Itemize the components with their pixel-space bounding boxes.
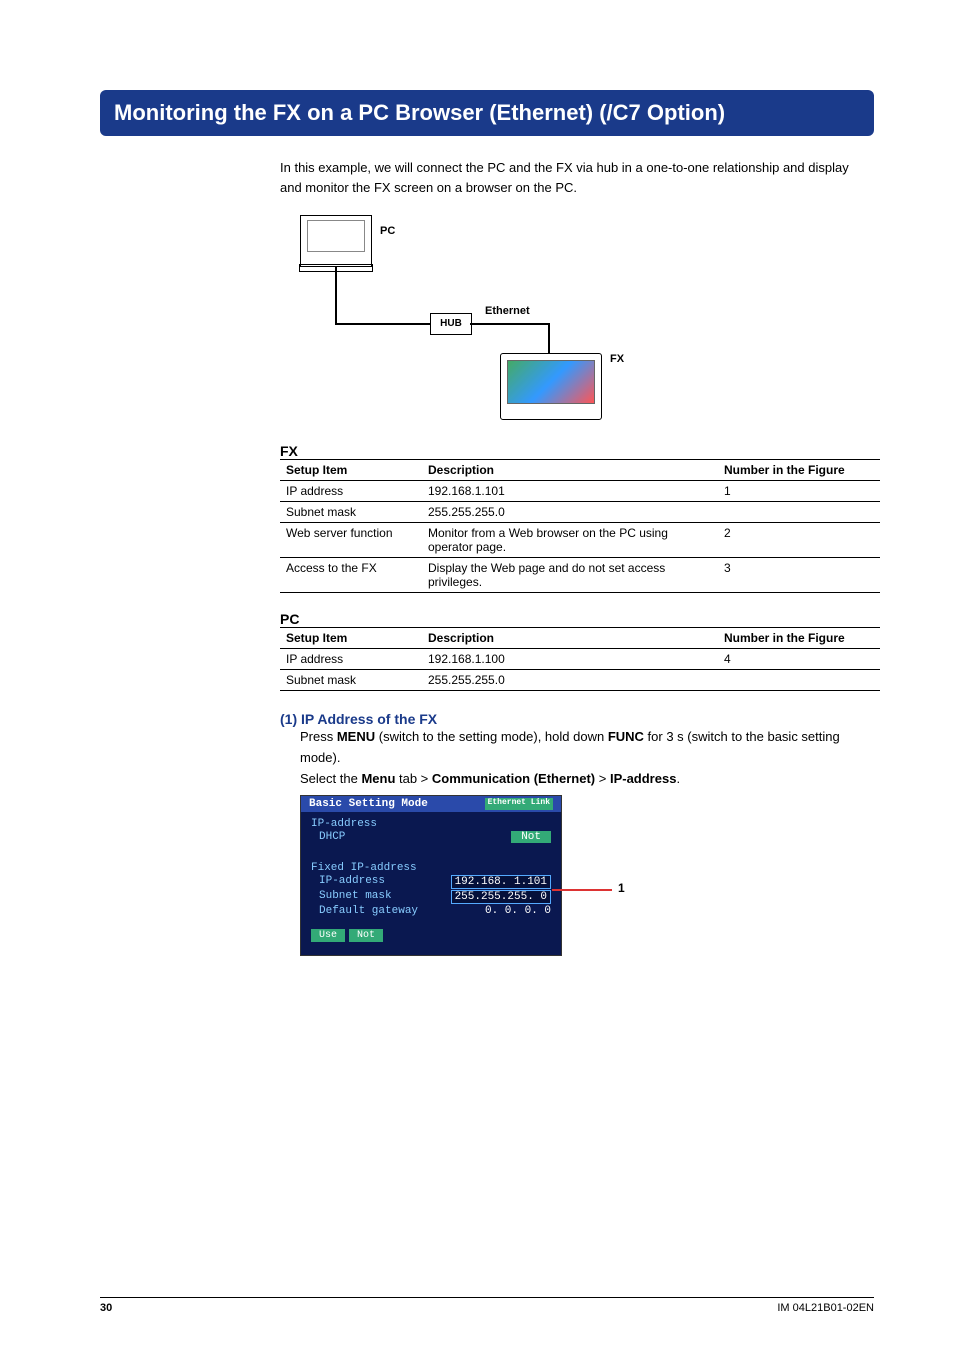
table-row: Web server function Monitor from a Web b…	[280, 523, 880, 558]
page-title: Monitoring the FX on a PC Browser (Ether…	[100, 90, 874, 136]
cell: IP address	[280, 649, 422, 670]
cell: 192.168.1.100	[422, 649, 718, 670]
table-row: IP address 192.168.1.100 4	[280, 649, 880, 670]
table-row: Subnet mask 255.255.255.0	[280, 502, 880, 523]
use-button: Use	[311, 929, 345, 942]
ip-row-value: 192.168. 1.101	[451, 875, 551, 889]
cell: 255.255.255.0	[422, 502, 718, 523]
text: >	[595, 771, 610, 786]
ethernet-label: Ethernet	[485, 305, 530, 317]
cell	[718, 502, 880, 523]
table-row: Access to the FX Display the Web page an…	[280, 558, 880, 593]
pc-label: PC	[380, 225, 395, 237]
gw-row-label: Default gateway	[311, 905, 418, 917]
cell: 3	[718, 558, 880, 593]
intro-text: In this example, we will connect the PC …	[280, 158, 874, 197]
cell: Subnet mask	[280, 502, 422, 523]
fx-col-desc: Description	[422, 460, 718, 481]
text: .	[676, 771, 680, 786]
text: (switch to the setting mode), hold down	[375, 729, 608, 744]
page-number: 30	[100, 1302, 112, 1314]
settings-title: Basic Setting Mode	[309, 798, 428, 810]
text: Press	[300, 729, 337, 744]
pc-heading: PC	[280, 611, 874, 627]
fx-icon	[500, 353, 602, 420]
hub-box: HUB	[430, 313, 472, 335]
cell: Display the Web page and do not set acce…	[422, 558, 718, 593]
dhcp-label: DHCP	[311, 831, 345, 843]
cell: IP address	[280, 481, 422, 502]
callout-1: 1	[618, 881, 625, 895]
fx-col-item: Setup Item	[280, 460, 422, 481]
cell: 192.168.1.101	[422, 481, 718, 502]
fixed-ip-label: Fixed IP-address	[311, 862, 551, 874]
pc-col-num: Number in the Figure	[718, 628, 880, 649]
func-key: FUNC	[608, 729, 644, 744]
step1-heading: (1) IP Address of the FX	[280, 711, 874, 727]
cell: Access to the FX	[280, 558, 422, 593]
not-button: Not	[349, 929, 383, 942]
ip-item: IP-address	[610, 771, 676, 786]
cell	[718, 670, 880, 691]
comm-item: Communication (Ethernet)	[432, 771, 595, 786]
connection-diagram: PC HUB Ethernet FX	[280, 215, 874, 425]
pc-table: Setup Item Description Number in the Fig…	[280, 627, 880, 691]
cell: Subnet mask	[280, 670, 422, 691]
pc-col-desc: Description	[422, 628, 718, 649]
ip-section-label: IP-address	[311, 818, 551, 830]
callout-line	[552, 889, 612, 891]
ethernet-badge: Ethernet Link	[485, 798, 553, 810]
table-row: Subnet mask 255.255.255.0	[280, 670, 880, 691]
cell: 1	[718, 481, 880, 502]
ip-row-label: IP-address	[311, 875, 385, 889]
fx-label: FX	[610, 353, 624, 365]
gw-row-value: 0. 0. 0. 0	[461, 905, 551, 917]
page-footer: 30 IM 04L21B01-02EN	[100, 1297, 874, 1314]
fx-heading: FX	[280, 443, 874, 459]
dhcp-value: Not	[511, 831, 551, 843]
cell: Web server function	[280, 523, 422, 558]
step1-text-1: Press MENU (switch to the setting mode),…	[300, 727, 874, 769]
step1-text-2: Select the Menu tab > Communication (Eth…	[300, 769, 874, 790]
cell: 2	[718, 523, 880, 558]
doc-id: IM 04L21B01-02EN	[777, 1302, 874, 1314]
settings-screenshot: Basic Setting Mode Ethernet Link IP-addr…	[300, 795, 562, 956]
text: Select the	[300, 771, 361, 786]
menu-key: MENU	[337, 729, 375, 744]
cell: Monitor from a Web browser on the PC usi…	[422, 523, 718, 558]
pc-icon	[300, 215, 372, 267]
menu-tab: Menu	[361, 771, 395, 786]
mask-row-label: Subnet mask	[311, 890, 392, 904]
table-row: IP address 192.168.1.101 1	[280, 481, 880, 502]
mask-row-value: 255.255.255. 0	[451, 890, 551, 904]
fx-table: Setup Item Description Number in the Fig…	[280, 459, 880, 593]
cell: 4	[718, 649, 880, 670]
pc-col-item: Setup Item	[280, 628, 422, 649]
fx-col-num: Number in the Figure	[718, 460, 880, 481]
text: tab >	[395, 771, 432, 786]
cell: 255.255.255.0	[422, 670, 718, 691]
